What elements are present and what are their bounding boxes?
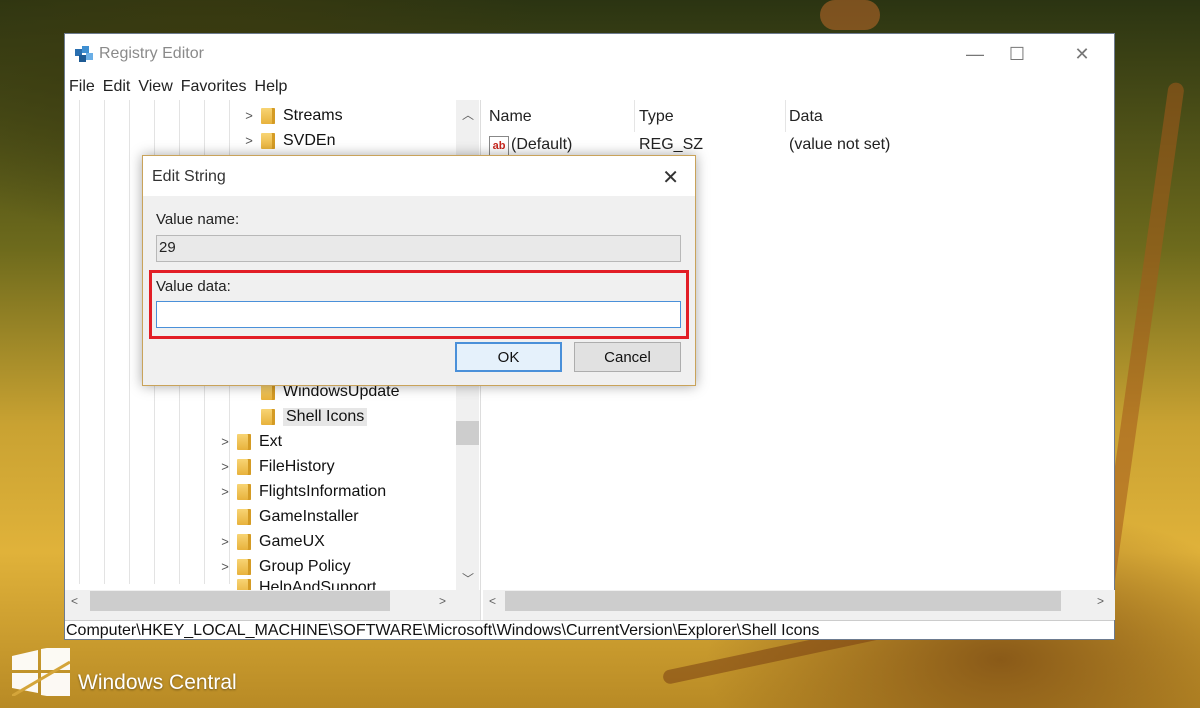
scroll-up-icon[interactable]: ︿ bbox=[462, 106, 474, 123]
status-bar-path: Computer\HKEY_LOCAL_MACHINE\SOFTWARE\Mic… bbox=[65, 620, 1114, 641]
tree-item-svden[interactable]: > SVDEn bbox=[241, 128, 335, 153]
chevron-right-icon[interactable]: > bbox=[217, 559, 233, 574]
menu-view[interactable]: View bbox=[134, 76, 176, 100]
menu-help[interactable]: Help bbox=[251, 76, 292, 100]
folder-icon bbox=[261, 132, 275, 149]
menu-favorites[interactable]: Favorites bbox=[177, 76, 251, 100]
close-button[interactable]: ✕ bbox=[1059, 40, 1105, 68]
folder-icon bbox=[237, 558, 251, 575]
folder-icon bbox=[237, 533, 251, 550]
cancel-button[interactable]: Cancel bbox=[574, 342, 681, 372]
chevron-right-icon[interactable]: > bbox=[241, 133, 257, 148]
string-value-icon: ab bbox=[489, 136, 509, 156]
registry-editor-icon bbox=[75, 46, 93, 62]
ok-button[interactable]: OK bbox=[455, 342, 562, 372]
tree-guide-line bbox=[104, 100, 105, 584]
value-type-cell: REG_SZ bbox=[639, 136, 704, 153]
window-title: Registry Editor bbox=[99, 45, 204, 62]
value-name-field[interactable]: 29 bbox=[156, 235, 681, 262]
tree-item-gameux[interactable]: > GameUX bbox=[217, 529, 325, 554]
dialog-title-bar[interactable]: Edit String ✕ bbox=[143, 156, 695, 196]
tree-item-streams[interactable]: > Streams bbox=[241, 103, 343, 128]
chevron-right-icon[interactable]: > bbox=[217, 484, 233, 499]
value-data-cell: (value not set) bbox=[789, 136, 891, 153]
value-name-cell: (Default) bbox=[511, 136, 573, 153]
edit-string-dialog: Edit String ✕ Value name: 29 Value data:… bbox=[142, 155, 696, 386]
chevron-right-icon[interactable]: > bbox=[241, 108, 257, 123]
tree-item-filehistory[interactable]: > FileHistory bbox=[217, 454, 335, 479]
tree-guide-line bbox=[79, 100, 80, 584]
chevron-right-icon[interactable]: > bbox=[217, 534, 233, 549]
tree-item-shell-icons[interactable]: Shell Icons bbox=[241, 404, 368, 429]
tree-vertical-scroll-thumb[interactable] bbox=[456, 421, 479, 445]
watermark-text: Windows Central bbox=[78, 671, 237, 694]
folder-icon bbox=[261, 408, 275, 425]
value-data-label: Value data: bbox=[156, 278, 231, 295]
chevron-right-icon[interactable]: > bbox=[217, 459, 233, 474]
column-separator[interactable] bbox=[785, 100, 786, 132]
tree-item-group-policy[interactable]: > Group Policy bbox=[217, 554, 351, 579]
dialog-close-icon[interactable]: ✕ bbox=[662, 165, 679, 190]
scroll-right-icon[interactable]: > bbox=[439, 594, 446, 608]
dialog-title: Edit String bbox=[152, 168, 226, 185]
value-data-input[interactable] bbox=[156, 301, 681, 328]
folder-icon bbox=[237, 433, 251, 450]
chevron-right-icon[interactable]: > bbox=[217, 434, 233, 449]
tree-item-flightsinformation[interactable]: > FlightsInformation bbox=[217, 479, 386, 504]
scroll-right-icon[interactable]: > bbox=[1097, 594, 1104, 608]
tree-item-gameinstaller[interactable]: GameInstaller bbox=[217, 504, 359, 529]
tree-guide-line bbox=[129, 100, 130, 584]
scroll-down-icon[interactable]: ﹀ bbox=[462, 570, 474, 587]
column-header-type[interactable]: Type bbox=[639, 108, 674, 126]
column-separator[interactable] bbox=[634, 100, 635, 132]
background-stem bbox=[820, 0, 880, 30]
minimize-button[interactable]: — bbox=[952, 40, 998, 68]
folder-icon bbox=[261, 107, 275, 124]
folder-icon bbox=[237, 508, 251, 525]
value-name-label: Value name: bbox=[156, 211, 240, 228]
tree-horizontal-scroll-thumb[interactable] bbox=[90, 591, 390, 611]
column-header-name[interactable]: Name bbox=[489, 108, 532, 126]
list-horizontal-scroll-thumb[interactable] bbox=[505, 591, 1061, 611]
windows-logo-icon bbox=[12, 648, 70, 696]
scroll-left-icon[interactable]: < bbox=[489, 594, 496, 608]
folder-icon bbox=[237, 458, 251, 475]
menu-bar: File Edit View Favorites Help bbox=[65, 76, 291, 100]
maximize-button[interactable]: ☐ bbox=[994, 40, 1040, 68]
menu-file[interactable]: File bbox=[65, 76, 99, 100]
column-header-data[interactable]: Data bbox=[789, 108, 823, 126]
folder-icon bbox=[237, 483, 251, 500]
scroll-left-icon[interactable]: < bbox=[71, 594, 78, 608]
title-bar[interactable]: Registry Editor — ☐ ✕ bbox=[65, 34, 1114, 74]
tree-item-ext[interactable]: > Ext bbox=[217, 429, 282, 454]
menu-edit[interactable]: Edit bbox=[99, 76, 135, 100]
